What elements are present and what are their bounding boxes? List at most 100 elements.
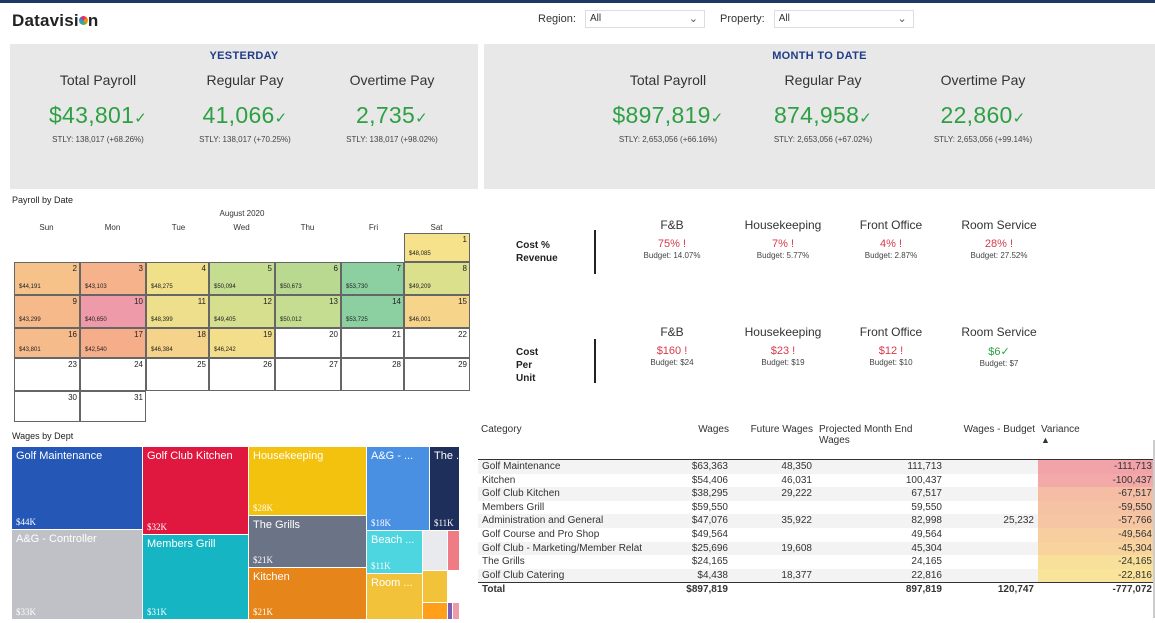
calendar-day-cell[interactable]: 27 xyxy=(275,358,341,391)
table-row[interactable]: Golf Course and Pro Shop $49,564 49,564 -49… xyxy=(478,527,1155,542)
col-header-variance[interactable]: Variance ▲ xyxy=(1038,420,1155,460)
col-header-budget[interactable]: Wages - Budget xyxy=(946,420,1038,460)
total-cell-variance: -777,072 xyxy=(1038,582,1155,597)
cost-metric-value: 28% xyxy=(984,238,1007,250)
total-cell-category: Total xyxy=(478,582,668,597)
check-icon: ✓ xyxy=(1000,346,1010,358)
calendar-day-cell[interactable]: 31 xyxy=(80,391,146,422)
calendar-day-cell[interactable]: 30 xyxy=(14,391,80,422)
col-header-future-wages[interactable]: Future Wages xyxy=(732,420,816,460)
calendar-day-cell[interactable]: 16 $43,801 xyxy=(14,328,80,358)
treemap-tile[interactable]: Members Grill $31K xyxy=(143,535,249,620)
cell-projected: 100,437 xyxy=(905,474,942,486)
calendar-day-cell[interactable]: 26 xyxy=(209,358,275,391)
kpi-label: Regular Pay xyxy=(206,72,284,88)
treemap-small-tile[interactable] xyxy=(423,531,448,571)
treemap-small-tile[interactable] xyxy=(423,571,448,603)
table-row[interactable]: Golf Maintenance $63,363 48,350 111,713 -111… xyxy=(478,460,1155,474)
chevron-down-icon: ⌄ xyxy=(897,13,907,25)
calendar-month: August 2020 xyxy=(219,209,265,218)
weekday-header: Mon xyxy=(104,223,121,232)
label-line: Cost % xyxy=(516,240,550,251)
logo-text-left: Datavisi xyxy=(12,11,79,30)
treemap-small-tile[interactable] xyxy=(423,603,448,620)
treemap-tile[interactable]: Golf Club Kitchen $32K xyxy=(143,447,249,535)
cost-metric-name: Housekeeping xyxy=(744,218,822,232)
calendar-day-cell[interactable]: 2 $44,191 xyxy=(14,262,80,295)
treemap-small-tile[interactable] xyxy=(448,571,460,603)
exclamation-icon: ! xyxy=(897,345,904,357)
treemap-tile[interactable]: A&G - Controller $33K xyxy=(12,530,143,620)
table-row[interactable]: Golf Club Kitchen $38,295 29,222 67,517 -67,… xyxy=(478,487,1155,501)
total-cell-wages: $897,819 xyxy=(668,582,732,597)
table-row[interactable]: Members Grill $59,550 59,550 -59,550 xyxy=(478,500,1155,515)
day-payroll-value: $40,650 xyxy=(85,317,107,323)
treemap-tile-name: The ... xyxy=(434,450,460,462)
day-payroll-value: $48,399 xyxy=(151,317,173,323)
calendar-day-cell[interactable]: 29 xyxy=(404,358,470,391)
calendar-day-cell[interactable]: 7 $53,730 xyxy=(341,262,404,295)
treemap-small-tile[interactable] xyxy=(448,531,460,571)
treemap-tile-value: $21K xyxy=(253,607,273,617)
table-row[interactable]: The Grills $24,165 24,165 -24,165 xyxy=(478,555,1155,569)
calendar-day-cell[interactable]: 10 $40,650 xyxy=(80,295,146,328)
table-row[interactable]: Golf Club - Marketing/Member Relat $25,69… xyxy=(478,541,1155,556)
kpi-label: Regular Pay xyxy=(784,72,862,88)
wages-table: Category Wages Future Wages Projected Mo… xyxy=(478,420,1155,597)
calendar-day-cell[interactable]: 11 $48,399 xyxy=(146,295,209,328)
calendar-day-cell[interactable]: 3 $43,103 xyxy=(80,262,146,295)
cell-category: Golf Club Catering xyxy=(478,568,668,583)
calendar-day-cell[interactable]: 23 xyxy=(14,358,80,391)
yesterday-title: YESTERDAY xyxy=(209,50,279,62)
treemap-tile[interactable]: Kitchen $21K xyxy=(249,568,367,620)
calendar-day-cell[interactable]: 4 $48,275 xyxy=(146,262,209,295)
cell-category: Golf Club Kitchen xyxy=(478,487,668,501)
col-header-projected[interactable]: Projected Month End Wages xyxy=(816,420,946,460)
calendar-day-cell[interactable]: 25 xyxy=(146,358,209,391)
calendar-day-cell[interactable]: 1 $48,085 xyxy=(404,233,470,262)
calendar-day-cell[interactable]: 20 xyxy=(275,328,341,358)
calendar-day-cell[interactable]: 18 $46,384 xyxy=(146,328,209,358)
table-row[interactable]: Administration and General $47,076 35,922 8… xyxy=(478,514,1155,528)
yesterday-kpi-regular: Regular Pay 41,066✓ STLY: 138,017 (+70.2… xyxy=(175,72,315,144)
calendar-day-cell[interactable]: 9 $43,299 xyxy=(14,295,80,328)
cost-metric-name: Front Office xyxy=(859,218,923,232)
treemap-tile[interactable]: Room ... xyxy=(367,574,423,620)
treemap-tile[interactable]: Beach ... $11K xyxy=(367,531,423,574)
col-header-wages[interactable]: Wages xyxy=(668,420,732,460)
kpi-value: 2,735 xyxy=(356,102,416,128)
yesterday-kpi-total: Total Payroll $43,801✓ STLY: 138,017 (+6… xyxy=(28,72,168,144)
calendar-day-cell[interactable]: 19 $46,242 xyxy=(209,328,275,358)
treemap-tile[interactable]: The Grills $21K xyxy=(249,516,367,568)
calendar-day-cell[interactable]: 17 $42,540 xyxy=(80,328,146,358)
calendar-day-cell[interactable]: 12 $49,405 xyxy=(209,295,275,328)
calendar-day-cell[interactable]: 6 $50,673 xyxy=(275,262,341,295)
table-row[interactable]: Kitchen $54,406 46,031 100,437 -100,437 xyxy=(478,473,1155,488)
calendar-day-cell[interactable]: 21 xyxy=(341,328,404,358)
calendar-day-cell[interactable]: 15 $46,001 xyxy=(404,295,470,328)
calendar-day-cell[interactable]: 24 xyxy=(80,358,146,391)
calendar-day-cell[interactable]: 5 $50,094 xyxy=(209,262,275,295)
day-number: 30 xyxy=(68,393,77,402)
region-dropdown[interactable]: All ⌄ xyxy=(584,10,705,28)
calendar-day-cell[interactable]: 8 $49,209 xyxy=(404,262,470,295)
treemap-tile[interactable]: Housekeeping $28K xyxy=(249,447,367,516)
treemap-tile[interactable]: A&G - ... $18K xyxy=(367,447,430,531)
day-number: 5 xyxy=(267,264,272,273)
table-row[interactable]: Golf Club Catering $4,438 18,377 22,816 -22,… xyxy=(478,568,1155,583)
treemap-tile[interactable]: Golf Maintenance $44K xyxy=(12,447,143,530)
property-dropdown[interactable]: All ⌄ xyxy=(773,10,914,28)
col-header-category[interactable]: Category xyxy=(478,420,668,460)
calendar-day-cell[interactable]: 28 xyxy=(341,358,404,391)
calendar-day-cell[interactable]: 14 $53,725 xyxy=(341,295,404,328)
calendar-day-cell[interactable]: 22 xyxy=(404,328,470,358)
treemap-tile[interactable]: The ... $11K xyxy=(430,447,460,531)
region-filter: Region: All ⌄ xyxy=(538,10,705,28)
cell-category: Golf Course and Pro Shop xyxy=(482,528,600,540)
property-value: All xyxy=(778,13,790,24)
treemap-tile-value: $44K xyxy=(16,517,36,527)
treemap-small-tile[interactable] xyxy=(453,603,460,620)
calendar-day-cell[interactable]: 13 $50,012 xyxy=(275,295,341,328)
cost-metric-budget: Budget: $24 xyxy=(650,358,694,367)
day-payroll-value: $49,209 xyxy=(409,284,431,290)
